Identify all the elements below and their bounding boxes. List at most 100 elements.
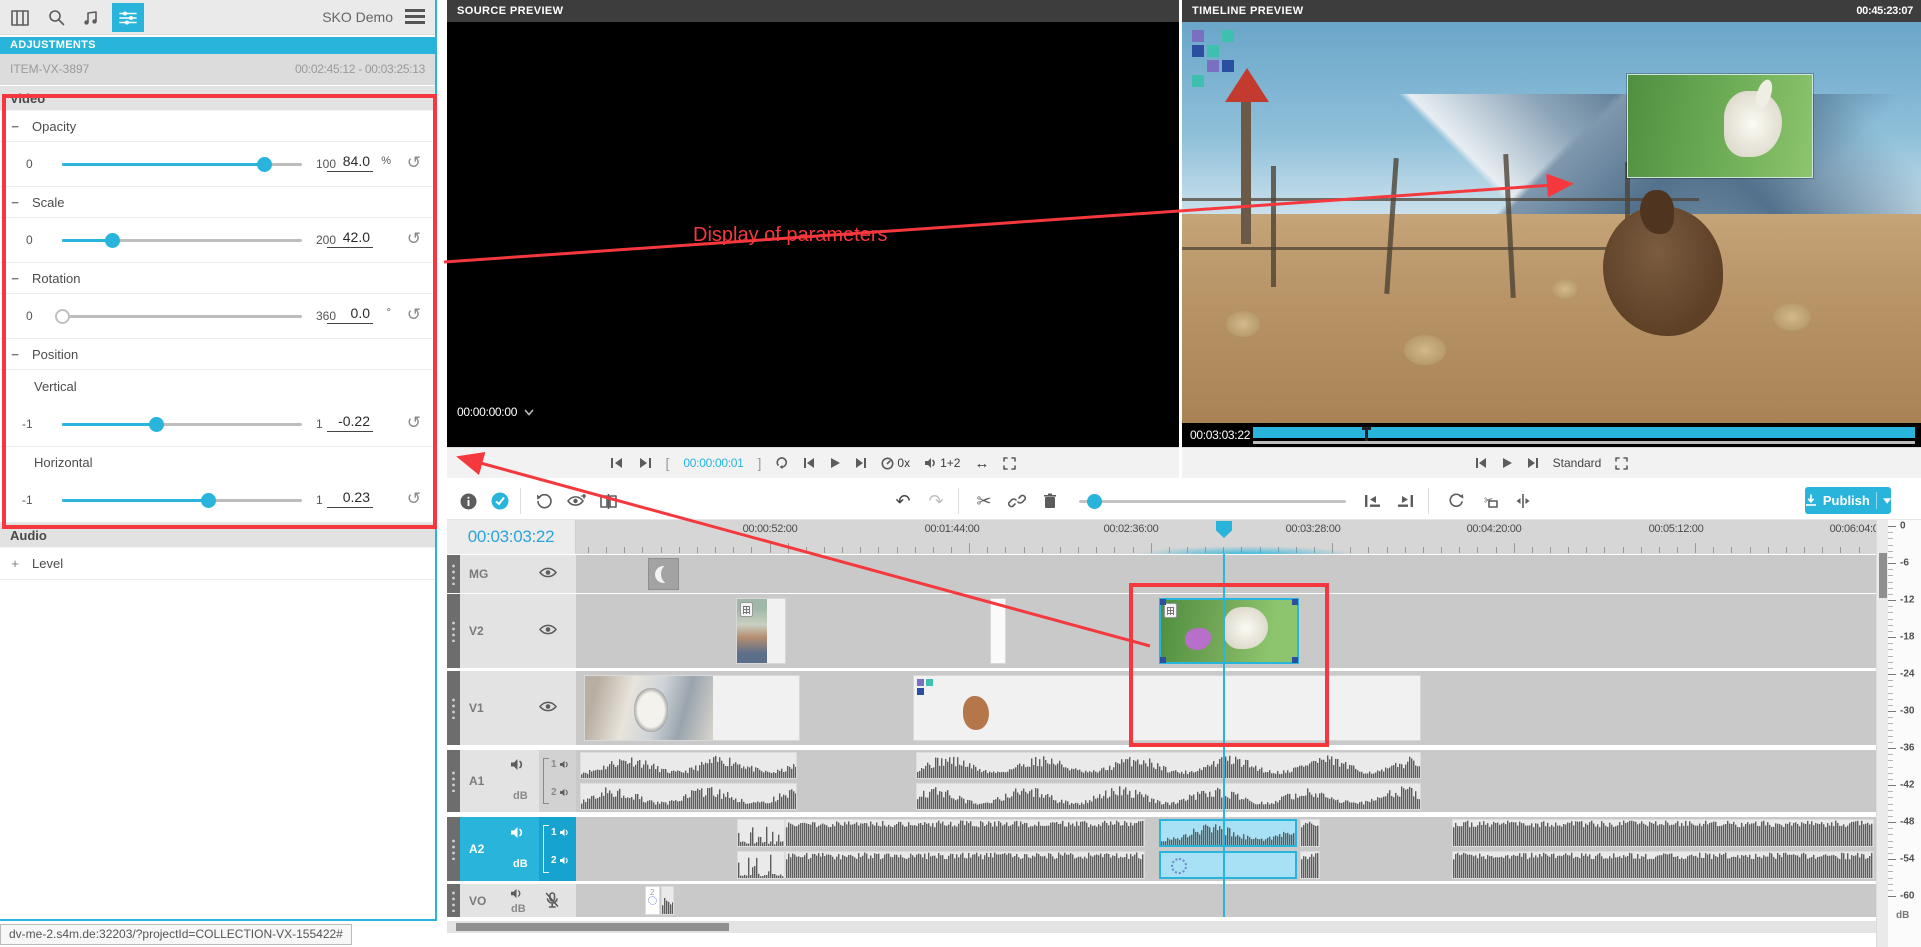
play-icon[interactable]: [829, 457, 841, 469]
zoom-slider-thumb[interactable]: [1087, 494, 1102, 509]
snap-icon[interactable]: [1443, 488, 1469, 514]
playback-speed[interactable]: 0x: [881, 456, 910, 470]
selection-handle[interactable]: [1292, 599, 1298, 605]
track-lane-v2[interactable]: [576, 594, 1876, 668]
video-clip[interactable]: [913, 675, 1421, 741]
loop-icon[interactable]: [775, 457, 789, 469]
selection-handle[interactable]: [1160, 599, 1166, 605]
track-header-vo[interactable]: VO dB: [447, 884, 576, 917]
audio-clip[interactable]: [580, 752, 797, 779]
track-drag-handle[interactable]: [447, 594, 460, 668]
fullscreen-icon[interactable]: [1003, 457, 1016, 470]
source-timecode[interactable]: 00:00:00:00: [457, 405, 534, 419]
rotation-value-input[interactable]: 0.0: [327, 305, 373, 324]
track-drag-handle[interactable]: [447, 750, 460, 812]
db-automation-toggle[interactable]: dB: [511, 903, 526, 915]
visibility-eye-icon[interactable]: [539, 623, 557, 641]
publish-button[interactable]: Publish: [1805, 487, 1891, 514]
visibility-eye-icon[interactable]: [539, 566, 557, 584]
timeline-zoom-slider[interactable]: [1079, 500, 1346, 503]
vertical-value-input[interactable]: -0.22: [327, 413, 373, 432]
track-drag-handle[interactable]: [447, 671, 460, 745]
horizontal-slider[interactable]: [62, 499, 302, 502]
timeline-ruler[interactable]: 00:00:52:00 00:01:44:00 00:02:36:00 00:0…: [576, 520, 1876, 554]
playhead-timecode[interactable]: 00:03:03:22: [447, 520, 575, 554]
approve-icon[interactable]: [487, 488, 513, 514]
audio-clip[interactable]: [1452, 819, 1874, 847]
track-header-mg[interactable]: MG: [447, 555, 576, 593]
track-lane-vo[interactable]: 2: [576, 884, 1876, 917]
delete-icon[interactable]: [1037, 488, 1063, 514]
mark-in-icon[interactable]: [610, 457, 624, 469]
fullscreen-icon[interactable]: [1615, 457, 1628, 470]
media-bin-icon[interactable]: [4, 3, 36, 32]
opacity-value-input[interactable]: 84.0: [327, 153, 373, 172]
channel-2[interactable]: 2: [551, 787, 570, 798]
position-row-label[interactable]: −Position: [0, 339, 435, 370]
info-icon[interactable]: [455, 488, 481, 514]
selection-handle[interactable]: [1292, 657, 1298, 663]
scale-slider[interactable]: [62, 239, 302, 242]
video-section-header[interactable]: Video: [0, 86, 435, 111]
scrollbar-thumb[interactable]: [1879, 553, 1887, 598]
db-automation-toggle[interactable]: dB: [513, 790, 528, 802]
speaker-icon[interactable]: [510, 826, 525, 844]
selected-audio-clip[interactable]: [1159, 819, 1297, 847]
graphic-clip[interactable]: [648, 558, 679, 590]
expand-icon[interactable]: +: [8, 548, 22, 580]
skip-end-icon[interactable]: [1527, 457, 1539, 469]
video-clip[interactable]: [736, 598, 786, 664]
timeline-playhead-line[interactable]: [1223, 554, 1225, 917]
reset-icon[interactable]: ↺: [407, 153, 421, 173]
track-lane-a2[interactable]: [576, 817, 1876, 881]
mark-out-icon[interactable]: [638, 457, 652, 469]
vertical-slider[interactable]: [62, 423, 302, 426]
audio-clip[interactable]: [916, 783, 1421, 810]
db-automation-toggle[interactable]: dB: [513, 858, 528, 870]
track-drag-handle[interactable]: [447, 884, 460, 917]
audio-clip[interactable]: [1300, 851, 1320, 879]
video-clip[interactable]: [584, 675, 800, 741]
skip-end-icon[interactable]: [855, 457, 867, 469]
audio-clip[interactable]: [785, 819, 1145, 847]
track-lane-mg[interactable]: [576, 555, 1876, 593]
audio-channels[interactable]: 1+2: [924, 456, 960, 470]
cut-icon[interactable]: ✂: [971, 488, 997, 514]
search-icon[interactable]: [40, 3, 72, 32]
collapse-icon[interactable]: −: [8, 111, 22, 142]
preview-playhead-marker[interactable]: [1365, 427, 1368, 442]
preview-progress-bar[interactable]: [1253, 427, 1915, 438]
timeline-horizontal-scrollbar[interactable]: [447, 921, 1876, 933]
audio-section-header[interactable]: Audio: [0, 523, 435, 548]
level-row[interactable]: +Level: [0, 548, 435, 580]
rotation-row-label[interactable]: −Rotation: [0, 263, 435, 294]
audio-clip[interactable]: [785, 851, 1145, 879]
compare-split-icon[interactable]: [595, 488, 621, 514]
history-icon[interactable]: [531, 488, 557, 514]
opacity-slider[interactable]: [62, 163, 302, 166]
track-lane-v1[interactable]: [576, 671, 1876, 745]
adjustments-tab-icon[interactable]: [112, 3, 144, 32]
reset-icon[interactable]: ↺: [407, 305, 421, 325]
skip-start-icon[interactable]: [803, 457, 815, 469]
timeline-vertical-scrollbar[interactable]: [1876, 520, 1888, 947]
scale-row-label[interactable]: −Scale: [0, 187, 435, 218]
track-drag-handle[interactable]: [447, 817, 460, 881]
speaker-icon[interactable]: [510, 886, 523, 904]
track-header-a2[interactable]: A2 dB 1 2: [447, 817, 576, 881]
visibility-eye-icon[interactable]: [539, 700, 557, 718]
item-row[interactable]: ITEM-VX-3897 00:02:45:12 - 00:03:25:13: [0, 54, 435, 85]
empty-clip[interactable]: [990, 598, 1006, 664]
quality-selector[interactable]: Standard: [1553, 456, 1602, 470]
split-clip-icon[interactable]: [1510, 488, 1536, 514]
track-drag-handle[interactable]: [447, 555, 460, 593]
mark-in-timecode[interactable]: 00:00:00:01: [683, 456, 743, 470]
jump-prev-edit-icon[interactable]: [1359, 488, 1385, 514]
playhead-marker[interactable]: [1216, 521, 1232, 538]
razor-all-icon[interactable]: ✂: [1477, 488, 1503, 514]
play-icon[interactable]: [1501, 457, 1513, 469]
scale-value-input[interactable]: 42.0: [327, 229, 373, 248]
track-lane-a1[interactable]: [576, 750, 1876, 812]
collapse-icon[interactable]: −: [8, 339, 22, 370]
reset-icon[interactable]: ↺: [407, 229, 421, 249]
